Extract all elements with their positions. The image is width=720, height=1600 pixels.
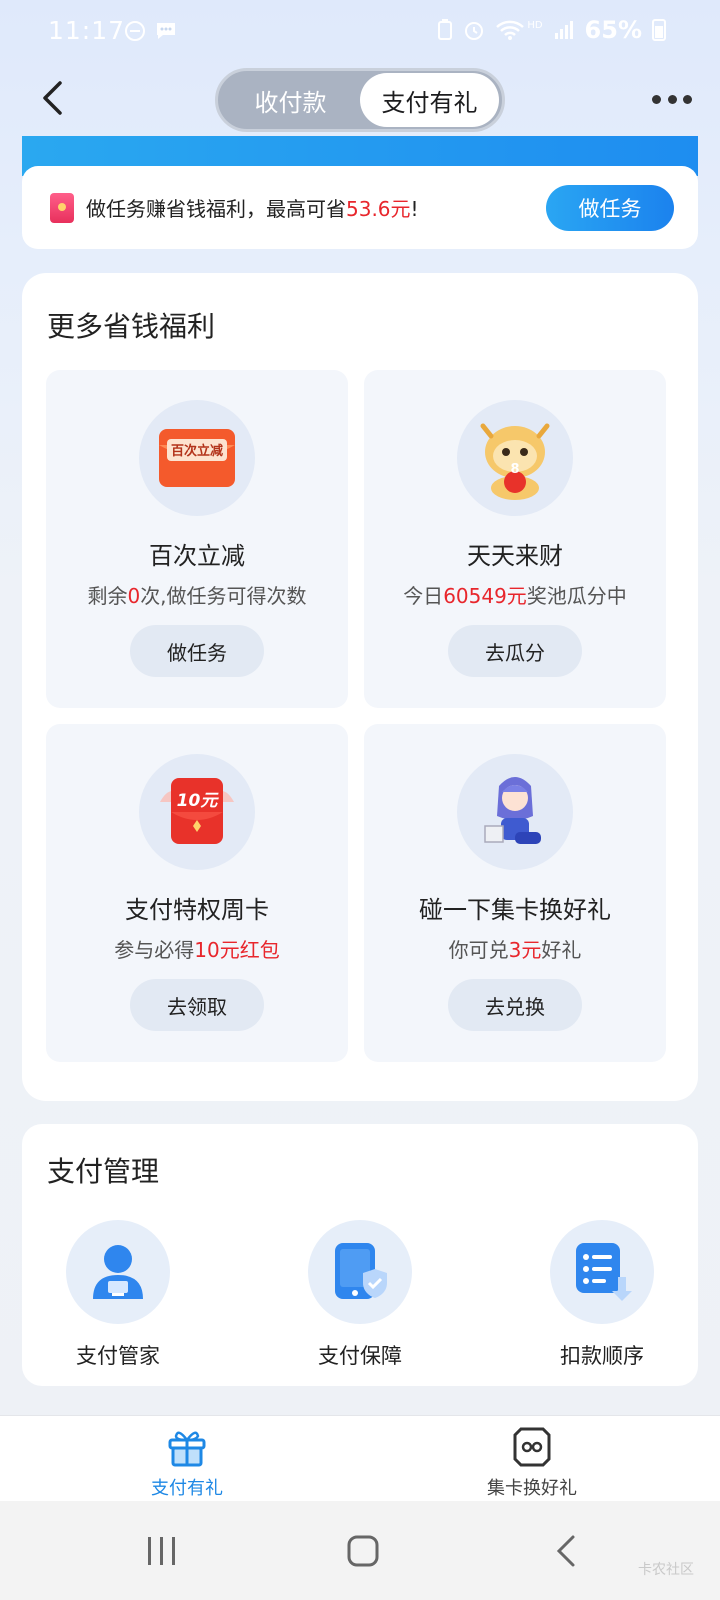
shield-phone-icon xyxy=(308,1220,412,1324)
more-dot-icon xyxy=(652,94,661,104)
home-button[interactable] xyxy=(333,1531,393,1571)
network-type: HD xyxy=(527,19,543,31)
nav-header: 收付款 支付有礼 xyxy=(0,66,720,132)
system-back-button[interactable] xyxy=(536,1531,596,1571)
task-banner-amount: 53.6元 xyxy=(346,197,411,221)
welfare-tile-weekcard[interactable]: 10元 支付特权周卡 参与必得10元红包 去领取 xyxy=(46,724,348,1062)
system-navigation-bar: 卡农社区 xyxy=(0,1501,720,1600)
more-dot-icon xyxy=(683,94,692,104)
welfare-tile-baici[interactable]: 百次立减 百次立减 剩余0次,做任务可得次数 做任务 xyxy=(46,370,348,708)
battery-icon xyxy=(652,19,666,41)
exchange-button[interactable]: 去兑换 xyxy=(448,979,582,1031)
tab-label: 集卡换好礼 xyxy=(487,1478,577,1499)
character-figure-icon xyxy=(457,754,573,870)
status-time: 11:17 xyxy=(48,16,126,45)
tile-title: 碰一下集卡换好礼 xyxy=(419,896,611,924)
bottom-tab-bar: 支付有礼 集卡换好礼 xyxy=(0,1415,720,1501)
tile-subtitle: 剩余0次,做任务可得次数 xyxy=(87,584,307,608)
tab-label: 支付有礼 xyxy=(151,1478,223,1499)
chevron-left-icon xyxy=(43,81,62,115)
dnd-icon xyxy=(125,21,145,41)
recent-apps-icon xyxy=(148,1537,175,1565)
task-banner-text: 做任务赚省钱福利，最高可省53.6元! xyxy=(86,197,419,221)
tile-title: 百次立减 xyxy=(149,542,245,570)
tile-title: 支付特权周卡 xyxy=(125,896,269,924)
tab-pay-gift[interactable]: 支付有礼 xyxy=(360,73,499,127)
red-packet-icon: 10元 xyxy=(139,754,255,870)
segmented-tabs: 收付款 支付有礼 xyxy=(215,68,505,132)
deduction-order-icon xyxy=(550,1220,654,1324)
welfare-tile-collect-cards[interactable]: 碰一下集卡换好礼 你可兑3元好礼 去兑换 xyxy=(364,724,666,1062)
do-task-button[interactable]: 做任务 xyxy=(130,625,264,677)
back-button[interactable] xyxy=(30,76,74,120)
manage-item-butler[interactable]: 支付管家 xyxy=(38,1220,198,1370)
signal-icon xyxy=(554,21,573,39)
manage-item-label: 支付管家 xyxy=(76,1344,160,1368)
tile-subtitle: 你可兑3元好礼 xyxy=(448,938,582,962)
chat-icon xyxy=(157,23,175,39)
task-banner: 做任务赚省钱福利，最高可省53.6元! 做任务 xyxy=(22,166,698,249)
battery-percent: 65% xyxy=(584,16,642,44)
watermark: 卡农社区 xyxy=(638,1562,694,1578)
more-dot-icon xyxy=(667,94,677,104)
do-task-button[interactable]: 做任务 xyxy=(546,184,674,231)
home-icon xyxy=(347,1535,379,1567)
red-envelope-icon xyxy=(50,192,74,223)
tab-pay-gift-bottom[interactable]: 支付有礼 xyxy=(87,1424,287,1500)
section-title: 支付管理 xyxy=(47,1155,160,1188)
tile-subtitle: 今日60549元奖池瓜分中 xyxy=(403,584,627,608)
manage-item-label: 支付保障 xyxy=(318,1344,402,1368)
alarm-icon xyxy=(465,22,484,40)
tab-collect-cards-bottom[interactable]: 集卡换好礼 xyxy=(432,1424,632,1500)
red-envelope-icon: 百次立减 xyxy=(139,400,255,516)
welfare-tile-tiantian[interactable]: 8 天天来财 今日60549元奖池瓜分中 去瓜分 xyxy=(364,370,666,708)
tile-title: 天天来财 xyxy=(467,542,563,570)
manage-item-deduction-order[interactable]: 扣款顺序 xyxy=(522,1220,682,1370)
share-button[interactable]: 去瓜分 xyxy=(448,625,582,677)
dragon-mascot-icon: 8 xyxy=(457,400,573,516)
manage-item-label: 扣款顺序 xyxy=(560,1344,644,1368)
claim-button[interactable]: 去领取 xyxy=(130,979,264,1031)
recent-apps-button[interactable] xyxy=(132,1531,192,1571)
status-bar: 11:17 HD 65% xyxy=(0,0,720,66)
wifi-icon xyxy=(496,20,525,40)
manage-item-protection[interactable]: 支付保障 xyxy=(280,1220,440,1370)
battery-saver-icon xyxy=(438,19,453,40)
card-exchange-icon xyxy=(432,1424,632,1470)
tab-receive-pay[interactable]: 收付款 xyxy=(221,73,360,127)
more-button[interactable] xyxy=(652,84,692,114)
butler-icon xyxy=(66,1220,170,1324)
welfare-section: 更多省钱福利 百次立减 百次立减 剩余0次,做任务可得次数 做任务 8 天天来财… xyxy=(22,273,698,1101)
gift-icon xyxy=(87,1424,287,1470)
section-title: 更多省钱福利 xyxy=(47,310,216,343)
tile-subtitle: 参与必得10元红包 xyxy=(114,938,280,962)
payment-manage-section: 支付管理 支付管家 支付保障 扣款顺序 xyxy=(22,1124,698,1386)
back-arrow-icon xyxy=(556,1535,575,1567)
